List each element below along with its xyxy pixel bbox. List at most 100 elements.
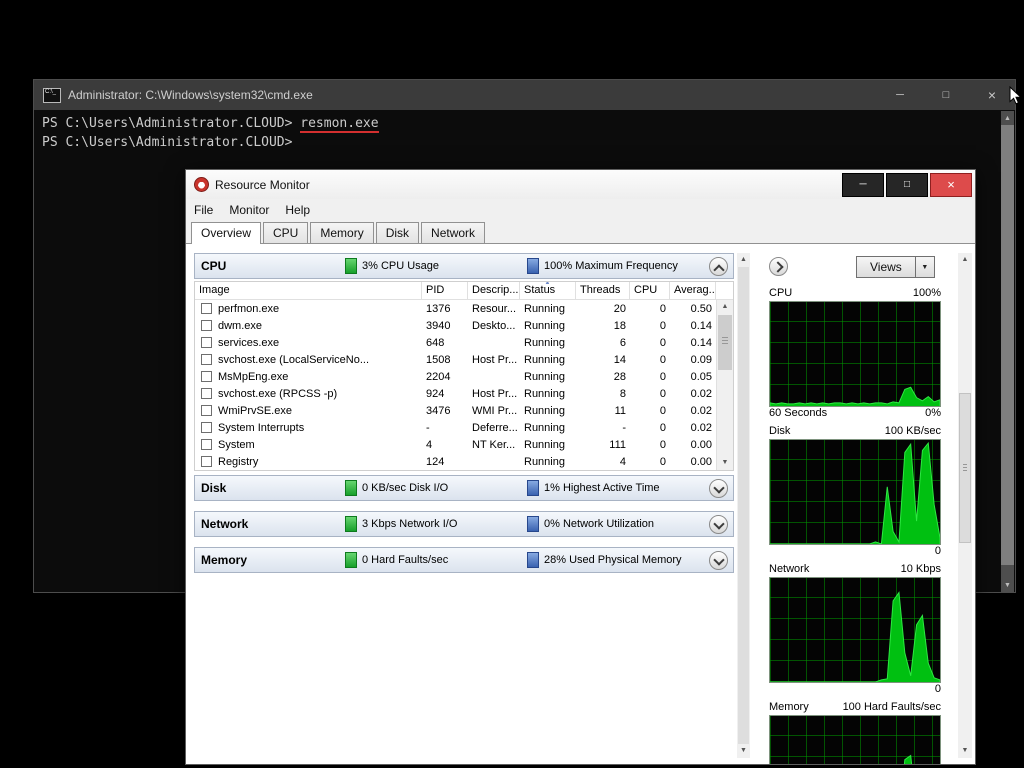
column-header-pid[interactable]: PID	[422, 282, 468, 299]
table-cell: 0	[659, 455, 666, 468]
table-row[interactable]: WmiPrvSE.exe 3476 WMI Pr... Running 11 0 0.02	[195, 402, 716, 419]
rm-minimize-button[interactable]: ─	[842, 172, 884, 197]
section-header-network[interactable]: Network 3 Kbps Network I/O 0% Network Ut…	[194, 511, 734, 537]
table-cell: Running	[524, 319, 565, 332]
row-checkbox[interactable]	[201, 405, 212, 416]
table-cell: 0	[659, 353, 666, 366]
table-row[interactable]: svchost.exe (LocalServiceNo... 1508 Host P…	[195, 351, 716, 368]
views-button[interactable]: Views ▼	[856, 256, 935, 278]
views-dropdown-icon[interactable]: ▼	[915, 256, 935, 278]
table-cell: 111	[609, 438, 626, 451]
table-row[interactable]: System Interrupts - Deferre... Running -0 0.0…	[195, 419, 716, 436]
tab-disk[interactable]: Disk	[375, 222, 420, 243]
table-row[interactable]: services.exe 648 Running 6 0 0.14	[195, 334, 716, 351]
row-checkbox[interactable]	[201, 354, 212, 365]
table-scrollbar[interactable]: ▲ ▼	[716, 300, 733, 470]
table-row[interactable]: dwm.exe 3940 Deskto... Running 18 0 0.14	[195, 317, 716, 334]
cpu-chart	[769, 301, 941, 407]
blue-meter-icon	[527, 480, 539, 496]
network-chart-min-label: 0	[934, 683, 941, 695]
table-cell: 0.00	[690, 455, 712, 468]
expand-network-button[interactable]	[709, 515, 728, 534]
rm-maximize-button[interactable]: □	[886, 172, 928, 197]
row-checkbox[interactable]	[201, 320, 212, 331]
column-header-threads[interactable]: Threads	[576, 282, 630, 299]
rm-close-button[interactable]: ×	[930, 172, 972, 197]
chart-pane-scrollbar[interactable]: ▲ ▼	[958, 253, 972, 758]
cmd-titlebar[interactable]: Administrator: C:\Windows\system32\cmd.e…	[34, 80, 1015, 110]
scrollbar-thumb[interactable]	[959, 393, 971, 543]
cpu-usage-meter: 3% CPU Usage	[345, 258, 439, 274]
scroll-up-icon[interactable]: ▲	[958, 253, 972, 267]
table-cell: 648	[426, 336, 445, 349]
cpu-chart-max-label: 100%	[912, 287, 941, 299]
expand-memory-button[interactable]	[709, 551, 728, 570]
scroll-down-icon[interactable]: ▼	[737, 744, 750, 758]
table-row[interactable]: Registry 124 Running 4 0 0.00	[195, 453, 716, 470]
scroll-up-icon[interactable]: ▲	[717, 300, 733, 314]
scroll-down-icon[interactable]: ▼	[1001, 578, 1014, 592]
column-header-average[interactable]: Averag...	[670, 282, 716, 299]
disk-io-meter: 0 KB/sec Disk I/O	[345, 480, 448, 496]
views-button-label[interactable]: Views	[856, 256, 916, 278]
row-checkbox[interactable]	[201, 439, 212, 450]
column-header-description[interactable]: Descrip...	[468, 282, 520, 299]
left-pane-scrollbar[interactable]: ▲ ▼	[737, 253, 750, 758]
scroll-down-icon[interactable]: ▼	[958, 744, 972, 758]
scrollbar-thumb[interactable]	[1001, 125, 1014, 565]
scroll-up-icon[interactable]: ▲	[737, 253, 750, 267]
table-cell: Running	[524, 370, 565, 383]
green-meter-icon	[345, 480, 357, 496]
section-header-memory[interactable]: Memory 0 Hard Faults/sec 28% Used Physic…	[194, 547, 734, 573]
column-header-image[interactable]: Image	[195, 282, 422, 299]
section-header-cpu[interactable]: CPU 3% CPU Usage 100% Maximum Frequency	[194, 253, 734, 279]
rm-titlebar[interactable]: Resource Monitor ─ □ ×	[186, 170, 975, 199]
row-checkbox[interactable]	[201, 303, 212, 314]
table-cell: 0.05	[690, 370, 712, 383]
hard-faults-label: 0 Hard Faults/sec	[362, 554, 449, 566]
network-chart	[769, 577, 941, 683]
scroll-up-icon[interactable]: ▲	[1001, 111, 1014, 125]
menu-item-help[interactable]: Help	[277, 201, 318, 219]
table-row[interactable]: svchost.exe (RPCSS -p) 924 Host Pr... Runni…	[195, 385, 716, 402]
table-row[interactable]: perfmon.exe 1376 Resour... Running 20 0 0.50	[195, 300, 716, 317]
expand-disk-button[interactable]	[709, 479, 728, 498]
row-checkbox[interactable]	[201, 371, 212, 382]
menu-item-monitor[interactable]: Monitor	[221, 201, 277, 219]
table-cell: 1376	[426, 302, 451, 315]
collapse-cpu-button[interactable]	[709, 257, 728, 276]
chevron-down-icon	[712, 518, 725, 530]
section-title-network: Network	[201, 517, 249, 531]
row-checkbox[interactable]	[201, 388, 212, 399]
used-memory-label: 28% Used Physical Memory	[544, 554, 682, 566]
green-meter-icon	[345, 552, 357, 568]
scrollbar-thumb[interactable]	[738, 267, 749, 744]
cmd-minimize-button[interactable]: ─	[877, 80, 923, 110]
process-table: Image PID Descrip... Status ▲ Threads CPU…	[194, 281, 734, 471]
column-header-cpu[interactable]: CPU	[630, 282, 670, 299]
row-checkbox[interactable]	[201, 456, 212, 467]
row-checkbox[interactable]	[201, 337, 212, 348]
column-header-status[interactable]: Status ▲	[520, 282, 576, 299]
table-cell: 0	[659, 302, 666, 315]
tab-memory[interactable]: Memory	[310, 222, 374, 243]
section-header-disk[interactable]: Disk 0 KB/sec Disk I/O 1% Highest Active…	[194, 475, 734, 501]
menu-item-file[interactable]: File	[186, 201, 221, 219]
cmd-scrollbar[interactable]: ▲ ▼	[1001, 111, 1014, 592]
table-cell: Running	[524, 438, 565, 451]
cmd-maximize-button[interactable]: □	[923, 80, 969, 110]
collapse-chart-pane-button[interactable]	[769, 257, 788, 276]
table-row[interactable]: MsMpEng.exe 2204 Running 28 0 0.05	[195, 368, 716, 385]
scroll-down-icon[interactable]: ▼	[717, 456, 733, 470]
tab-overview[interactable]: Overview	[191, 222, 262, 244]
table-cell: 0	[659, 319, 666, 332]
table-cell: 124	[426, 455, 445, 468]
tab-network[interactable]: Network	[421, 222, 486, 243]
table-cell: Running	[524, 336, 565, 349]
row-checkbox[interactable]	[201, 422, 212, 433]
table-row[interactable]: System 4 NT Ker... Running 111 0 0.00	[195, 436, 716, 453]
tab-cpu[interactable]: CPU	[263, 222, 309, 243]
network-chart-block: Network 10 Kbps 0	[769, 563, 941, 697]
scrollbar-thumb[interactable]	[718, 315, 732, 370]
chevron-down-icon	[712, 482, 725, 494]
